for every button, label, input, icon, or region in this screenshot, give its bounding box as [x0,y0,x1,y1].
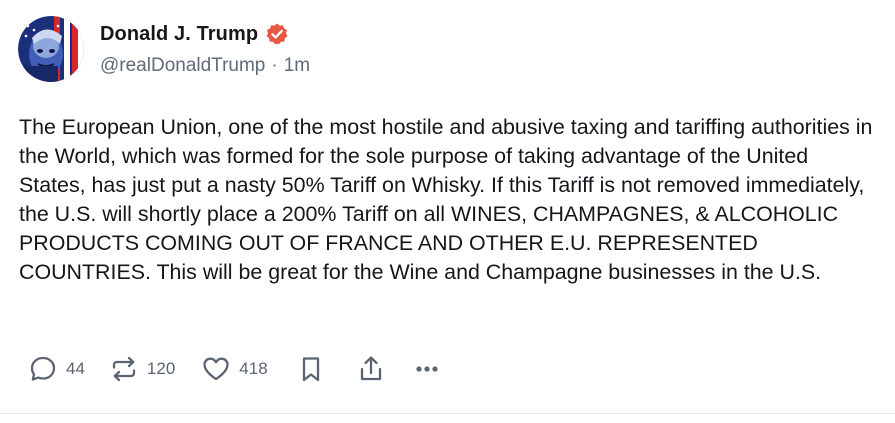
share-button[interactable] [356,354,386,384]
reply-count: 44 [66,359,85,378]
retruth-count: 120 [146,359,176,378]
retruth-icon [109,354,139,384]
handle[interactable]: @realDonaldTrump [100,55,265,77]
like-button[interactable]: 418 [201,354,268,384]
separator: · [271,55,278,76]
retruth-button[interactable]: 120 [109,354,175,384]
more-button[interactable] [412,354,442,384]
handle-row: @realDonaldTrump · 1m [100,55,310,77]
share-icon [356,354,386,384]
action-bar: 44 120 418 [28,352,442,386]
post-card: Donald J. Trump @realDonaldTrump · 1m Th… [0,0,895,423]
author-block: Donald J. Trump @realDonaldTrump · 1m [100,22,310,77]
reply-icon [28,354,58,384]
post-text: The European Union, one of the most host… [19,115,873,284]
display-name[interactable]: Donald J. Trump [100,23,258,46]
avatar[interactable] [18,16,84,82]
bookmark-button[interactable] [296,354,326,384]
like-count: 418 [239,359,268,378]
avatar-flag-portrait [18,16,84,82]
name-row: Donald J. Trump [100,22,310,46]
divider [0,413,895,414]
bookmark-icon [296,354,326,384]
heart-icon [201,354,231,384]
verified-badge-icon [265,22,289,46]
more-icon [412,354,442,384]
reply-button[interactable]: 44 [28,354,85,384]
timestamp[interactable]: 1m [284,55,310,77]
post-header: Donald J. Trump @realDonaldTrump · 1m [18,16,310,82]
